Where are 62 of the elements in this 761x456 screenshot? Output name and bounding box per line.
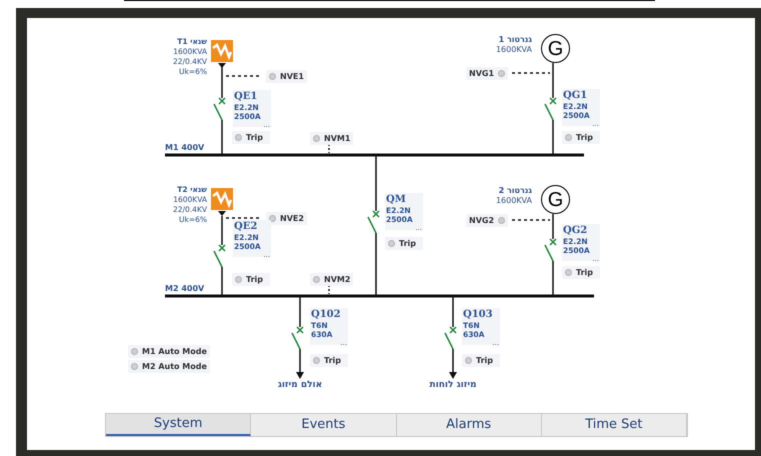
transformer-icon (211, 40, 233, 68)
busbar-label: M1 400V (165, 144, 204, 152)
wire (299, 296, 301, 327)
wire (375, 155, 377, 211)
arrowhead-icon (296, 372, 304, 379)
breaker-switch-icon (213, 97, 226, 120)
indicator-label: Trip (576, 134, 593, 142)
generator-rating: 1600KVA (494, 196, 532, 206)
dashed-line (226, 75, 262, 77)
wire (221, 267, 223, 296)
breaker-name: QG2 (563, 225, 588, 237)
generator-title: גנרטור 2 (498, 186, 532, 196)
breaker-name: QM (386, 194, 407, 206)
wire (299, 349, 301, 372)
dashed-line (512, 72, 550, 74)
indicator-label: NVM1 (324, 134, 350, 142)
wire (375, 233, 377, 296)
indicator-label: NVM2 (324, 276, 350, 284)
feeder-label: מיזוג לוחות (428, 381, 478, 390)
indicator-label: Trip (576, 268, 593, 276)
wire (221, 65, 223, 98)
generator-rating: 1600KVA (494, 45, 532, 55)
indicator-label: NVG1 (469, 70, 494, 78)
indicator-label: NVE2 (280, 214, 304, 222)
wire (552, 120, 554, 155)
indicator-label: NVG2 (469, 216, 494, 224)
indicator-label: Trip (476, 356, 493, 364)
wire (452, 349, 454, 372)
indicator-label: Trip (399, 240, 416, 248)
wire (452, 296, 454, 327)
dashed-line (328, 285, 330, 294)
breaker-switch-icon (291, 326, 304, 350)
indicator-label: NVE1 (280, 72, 304, 80)
wire (552, 261, 554, 296)
breaker-name: QE2 (234, 221, 258, 233)
dashed-line (226, 217, 262, 219)
wire (552, 214, 554, 239)
breaker-switch-icon (444, 326, 457, 350)
breaker-switch-icon (367, 210, 380, 234)
feeder-label: אולם מיזוג (276, 381, 324, 390)
busbar-label: M2 400V (165, 285, 204, 293)
breaker-switch-icon (544, 97, 557, 120)
breaker-switch-icon (544, 238, 557, 262)
breaker-name: Q103 (463, 309, 494, 321)
indicator-label: Trip (324, 356, 341, 364)
mode-label: M2 Auto Mode (142, 362, 207, 370)
arrowhead-icon (449, 372, 457, 379)
wire (221, 120, 223, 155)
dashed-line (512, 219, 550, 221)
mode-label: M1 Auto Mode (142, 348, 207, 356)
breaker-name: QG1 (563, 90, 588, 102)
nav-tab[interactable]: System (106, 414, 252, 436)
indicator-label: Trip (246, 134, 263, 142)
generator-title: גנרטור 1 (498, 35, 532, 45)
wire (221, 216, 223, 245)
breaker-name: QE1 (234, 91, 258, 103)
transformer-icon (211, 188, 233, 216)
breaker-name: Q102 (311, 309, 342, 321)
breaker-switch-icon (213, 244, 226, 268)
indicator-label: Trip (246, 276, 263, 284)
wire (552, 63, 554, 98)
dashed-line (328, 144, 330, 153)
